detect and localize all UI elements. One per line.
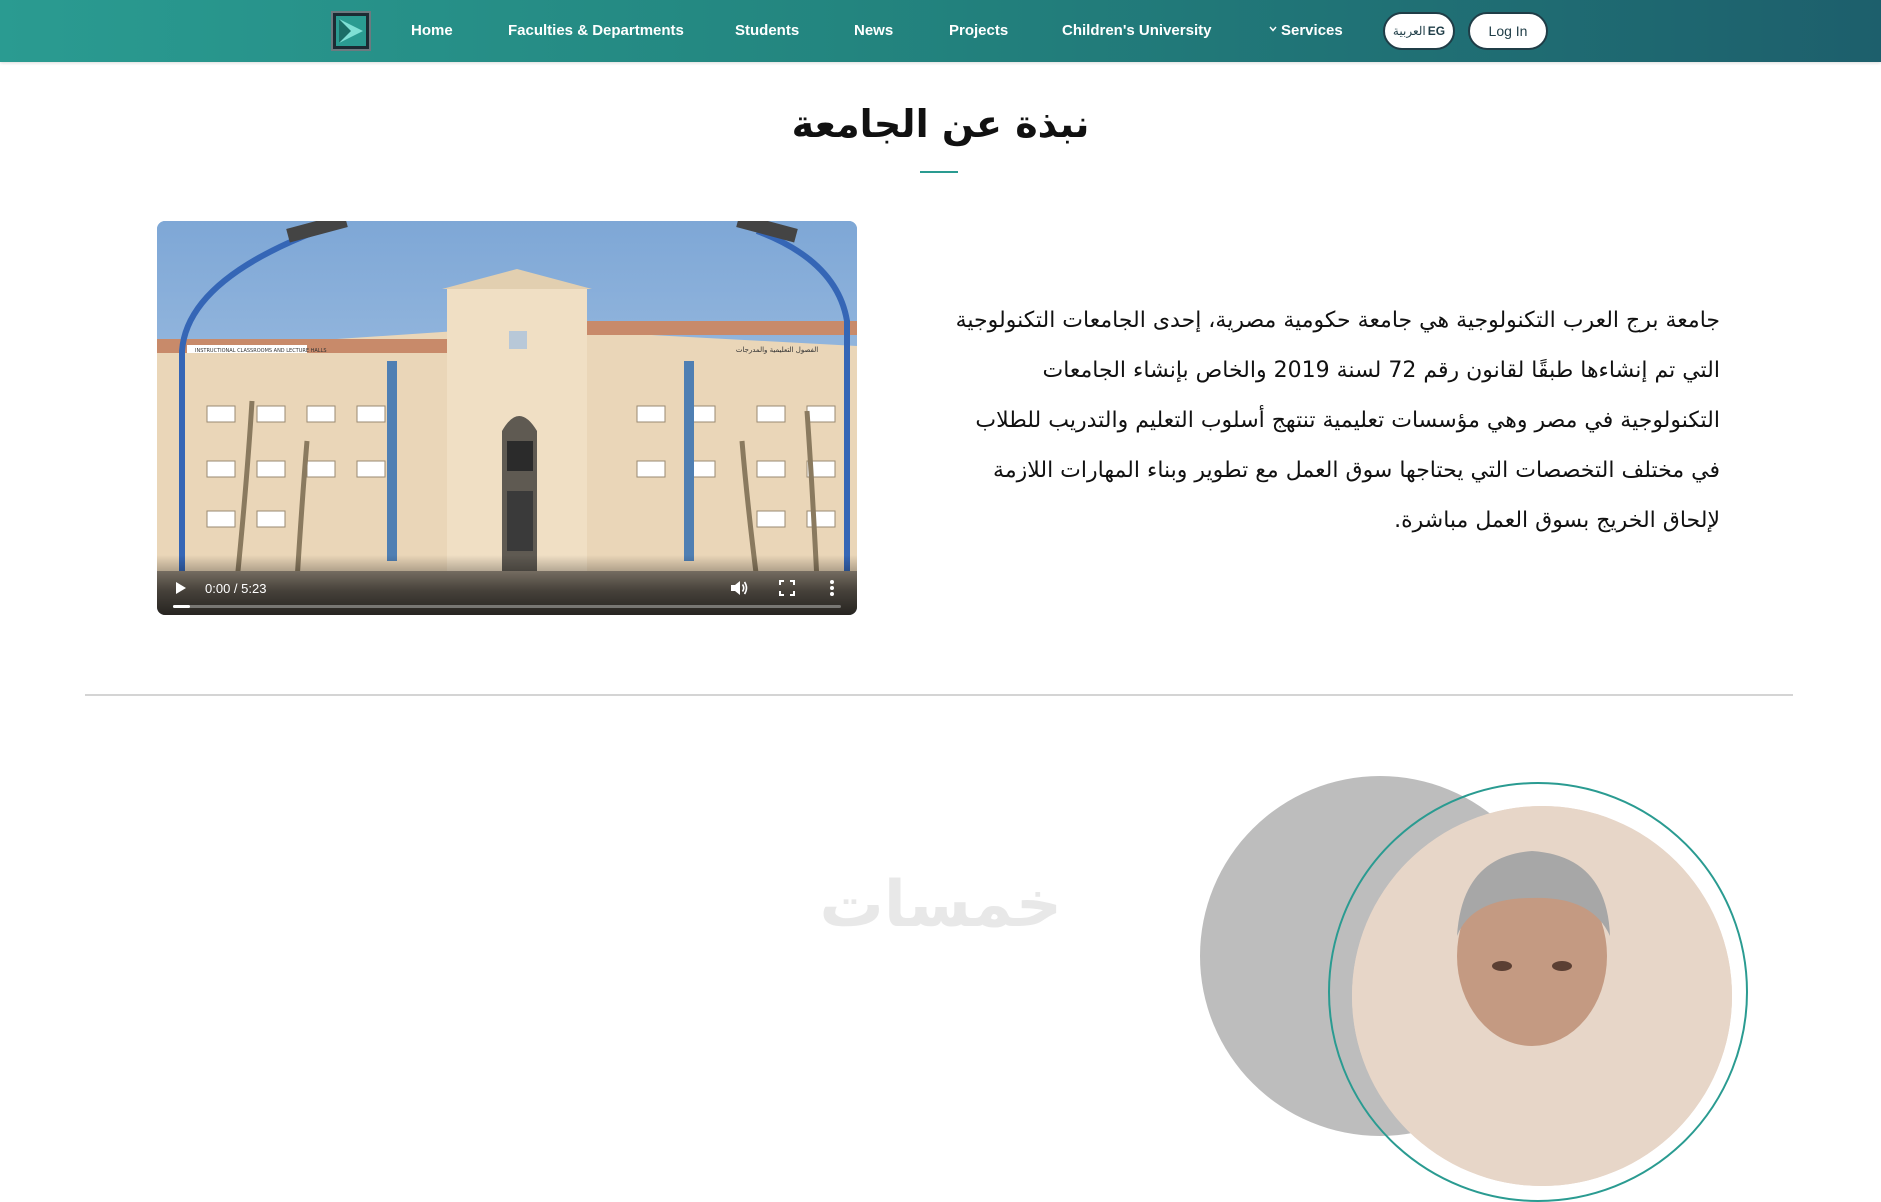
play-icon[interactable] bbox=[175, 581, 187, 595]
about-paragraph: جامعة برج العرب التكنولوجية هي جامعة حكو… bbox=[955, 308, 1720, 533]
volume-icon[interactable] bbox=[730, 580, 748, 596]
khamsat-watermark: خمسات bbox=[819, 868, 1063, 942]
video-progress-bar[interactable] bbox=[173, 605, 841, 608]
language-switch-button[interactable]: العربية EG bbox=[1383, 12, 1455, 50]
video-controls-bar: 0:00 / 5:23 bbox=[157, 555, 857, 615]
nav-services[interactable]: Services bbox=[1269, 22, 1343, 39]
nav-services-label: Services bbox=[1281, 22, 1343, 39]
university-logo-icon[interactable] bbox=[331, 11, 371, 51]
president-photo bbox=[1352, 806, 1732, 1186]
about-section-title: نبذة عن الجامعة bbox=[791, 102, 1090, 146]
nav-childrens-university[interactable]: Children's University bbox=[1062, 22, 1211, 39]
video-progress-fill bbox=[173, 605, 190, 608]
person-portrait-image bbox=[1352, 806, 1732, 1186]
language-code: EG bbox=[1427, 24, 1446, 38]
nav-faculties-departments[interactable]: Faculties & Departments bbox=[508, 22, 684, 39]
top-navbar: Home Faculties & Departments Students Ne… bbox=[0, 0, 1881, 62]
more-options-icon[interactable] bbox=[829, 579, 835, 597]
campus-video-player[interactable]: INSTRUCTIONAL CLASSROOMS AND LECTURE HAL… bbox=[157, 221, 857, 615]
fullscreen-icon[interactable] bbox=[779, 580, 795, 596]
nav-projects[interactable]: Projects bbox=[949, 22, 1008, 39]
nav-students[interactable]: Students bbox=[735, 22, 799, 39]
title-underline-divider bbox=[920, 171, 958, 173]
video-time-readout: 0:00 / 5:23 bbox=[205, 581, 267, 596]
sign-right-text: الفصول التعليمية والمدرجات bbox=[736, 346, 818, 354]
chevron-down-icon bbox=[1269, 26, 1277, 32]
nav-home[interactable]: Home bbox=[411, 22, 453, 39]
login-button[interactable]: Log In bbox=[1468, 12, 1548, 50]
sign-left-text: INSTRUCTIONAL CLASSROOMS AND LECTURE HAL… bbox=[195, 348, 327, 354]
section-divider bbox=[85, 694, 1793, 696]
language-label: العربية bbox=[1392, 24, 1426, 38]
nav-news[interactable]: News bbox=[854, 22, 893, 39]
